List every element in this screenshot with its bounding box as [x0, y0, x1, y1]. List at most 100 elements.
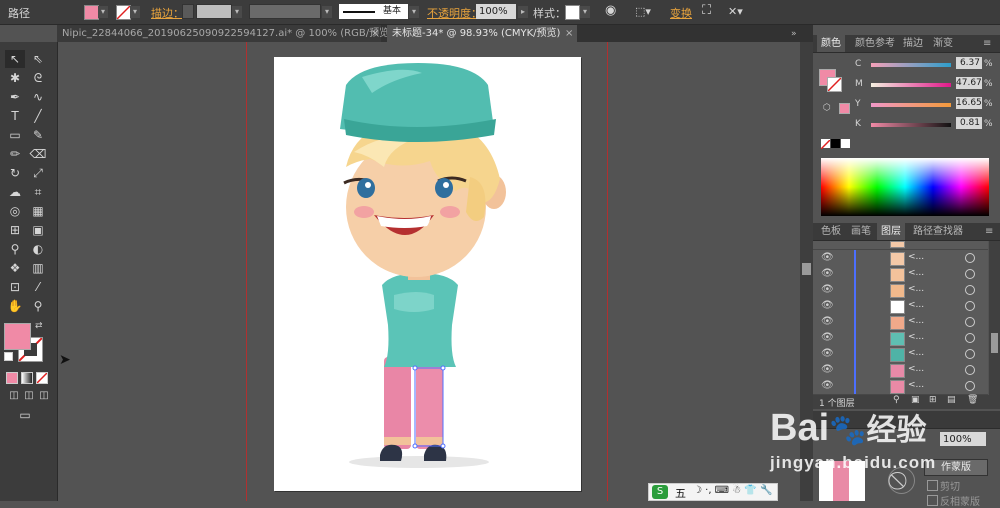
target-icon[interactable] [965, 269, 975, 279]
layer-row[interactable]: 👁 <... [813, 250, 988, 267]
layer-name[interactable]: <... [908, 348, 924, 358]
mesh-tool-icon[interactable]: ⊞ [5, 221, 25, 239]
brush-definition-field[interactable]: 基本 [339, 4, 408, 19]
pencil-tool-icon[interactable]: ✏ [5, 145, 25, 163]
transform-link[interactable]: 变换 [670, 5, 692, 21]
channel-k-value[interactable]: 0.81 [956, 117, 982, 129]
blend-tool-icon[interactable]: ◐ [28, 240, 48, 258]
scrollbar-thumb[interactable] [802, 263, 811, 275]
delete-layer-icon[interactable]: 🗑 [967, 395, 978, 405]
scale-tool-icon[interactable]: ⤢ [28, 164, 48, 182]
brush-dropdown-icon[interactable]: ▾ [409, 6, 419, 18]
line-tool-icon[interactable]: ╱ [28, 107, 48, 125]
close-icon[interactable]: × [565, 25, 573, 42]
tab-layers[interactable]: 图层 [877, 223, 905, 240]
selection-tool-icon[interactable]: ↖ [5, 50, 25, 68]
color-mode-icon[interactable] [6, 372, 18, 384]
graphic-style-swatch[interactable] [565, 5, 580, 20]
layer-row[interactable]: 👁 <... [813, 362, 988, 379]
target-icon[interactable] [965, 253, 975, 263]
visibility-eye-icon[interactable]: 👁 [821, 300, 834, 311]
visibility-eye-icon[interactable]: 👁 [821, 252, 834, 263]
perspective-grid-tool-icon[interactable]: ▦ [28, 202, 48, 220]
layer-row[interactable]: 👁 <... [813, 298, 988, 315]
align-to-selection-icon[interactable]: ⬚▾ [635, 5, 651, 18]
visibility-eye-icon[interactable]: 👁 [821, 364, 834, 375]
variable-width-profile[interactable] [249, 4, 321, 19]
opacity-field[interactable]: 100% [476, 4, 516, 19]
curvature-tool-icon[interactable]: ∿ [28, 88, 48, 106]
channel-k-slider[interactable] [871, 123, 951, 127]
target-icon[interactable] [965, 333, 975, 343]
layer-name[interactable]: <... [908, 316, 924, 326]
visibility-eye-icon[interactable]: 👁 [821, 316, 834, 327]
target-icon[interactable] [965, 381, 975, 391]
recolor-artwork-icon[interactable]: ◉ [605, 3, 616, 18]
slice-tool-icon[interactable]: ⁄ [28, 278, 48, 296]
layer-name[interactable]: <... [908, 268, 924, 278]
ime-toolbar[interactable]: S 五 ☽ ·, ⌨ ☃ 👕 🔧 [648, 483, 778, 501]
channel-m-value[interactable]: 47.67 [956, 77, 982, 89]
fill-color-front[interactable] [4, 323, 31, 350]
layer-name[interactable]: <... [908, 252, 924, 262]
symbol-sprayer-tool-icon[interactable]: ❖ [5, 259, 25, 277]
make-clipping-mask-icon[interactable]: ▣ [911, 395, 920, 405]
tab-stroke[interactable]: 描边 [899, 35, 927, 52]
stroke-weight-spinner[interactable] [182, 4, 194, 19]
layer-row[interactable] [813, 241, 988, 250]
isolate-icon[interactable]: ⛶ [702, 3, 711, 18]
zoom-tool-icon[interactable]: ⚲ [28, 297, 48, 315]
visibility-eye-icon[interactable]: 👁 [821, 284, 834, 295]
layers-scrollbar[interactable] [989, 241, 1000, 395]
tab-color-guide[interactable]: 颜色参考 [851, 35, 899, 52]
locate-object-icon[interactable]: ⚲ [893, 395, 900, 405]
transparency-opacity-field[interactable]: 100% [940, 432, 986, 446]
default-colors-icon[interactable] [4, 352, 13, 361]
tab-brushes[interactable]: 画笔 [847, 223, 875, 240]
gradient-tool-icon[interactable]: ▣ [28, 221, 48, 239]
new-layer-icon[interactable]: ▤ [947, 395, 956, 405]
fill-dropdown-icon[interactable]: ▾ [98, 6, 108, 18]
column-graph-tool-icon[interactable]: ▥ [28, 259, 48, 277]
more-options-icon[interactable]: ✕▾ [728, 5, 743, 18]
free-transform-tool-icon[interactable]: ⌗ [28, 183, 48, 201]
channel-y-slider[interactable] [871, 103, 951, 107]
target-icon[interactable] [965, 317, 975, 327]
color-spectrum[interactable] [821, 158, 989, 216]
visibility-eye-icon[interactable]: 👁 [821, 332, 834, 343]
target-icon[interactable] [965, 285, 975, 295]
panel-menu-icon[interactable]: ≡ [981, 223, 997, 240]
clip-checkbox[interactable] [927, 480, 938, 491]
stroke-weight-field[interactable] [196, 4, 232, 19]
shape-builder-tool-icon[interactable]: ◎ [5, 202, 25, 220]
layer-name[interactable]: <... [908, 380, 924, 390]
out-of-gamut-icon[interactable]: ⬡ [823, 103, 831, 113]
artboard[interactable] [274, 57, 581, 491]
layer-row[interactable]: 👁 <... [813, 314, 988, 331]
layer-name[interactable]: <... [908, 300, 924, 310]
layer-row[interactable]: 👁 <... [813, 282, 988, 299]
target-icon[interactable] [965, 301, 975, 311]
visibility-eye-icon[interactable]: 👁 [821, 380, 834, 391]
none-color-swatch[interactable] [820, 139, 831, 150]
paintbrush-tool-icon[interactable]: ✎ [28, 126, 48, 144]
stroke-dropdown-icon[interactable]: ▾ [130, 6, 140, 18]
variable-width-dropdown-icon[interactable]: ▾ [322, 6, 332, 18]
panel-menu-icon[interactable]: ≡ [979, 35, 995, 52]
black-color-swatch[interactable] [831, 139, 840, 148]
tab-pathfinder[interactable]: 路径查找器 [909, 223, 967, 240]
opacity-label-link[interactable]: 不透明度： [427, 5, 482, 21]
eraser-tool-icon[interactable]: ⌫ [28, 145, 48, 163]
new-sublayer-icon[interactable]: ⊞ [929, 395, 937, 405]
layer-name[interactable]: <... [908, 364, 924, 374]
visibility-eye-icon[interactable]: 👁 [821, 348, 834, 359]
channel-m-slider[interactable] [871, 83, 951, 87]
swap-fill-stroke-icon[interactable]: ⇄ [35, 321, 43, 331]
screen-mode-icon[interactable]: ▭ [15, 406, 35, 424]
opacity-dropdown-icon[interactable]: ▸ [518, 6, 528, 18]
direct-selection-tool-icon[interactable]: ⇖ [28, 50, 48, 68]
layer-name[interactable]: <... [908, 332, 924, 342]
stroke-swatch[interactable] [116, 5, 131, 20]
visibility-eye-icon[interactable]: 👁 [821, 268, 834, 279]
pen-tool-icon[interactable]: ✒ [5, 88, 25, 106]
